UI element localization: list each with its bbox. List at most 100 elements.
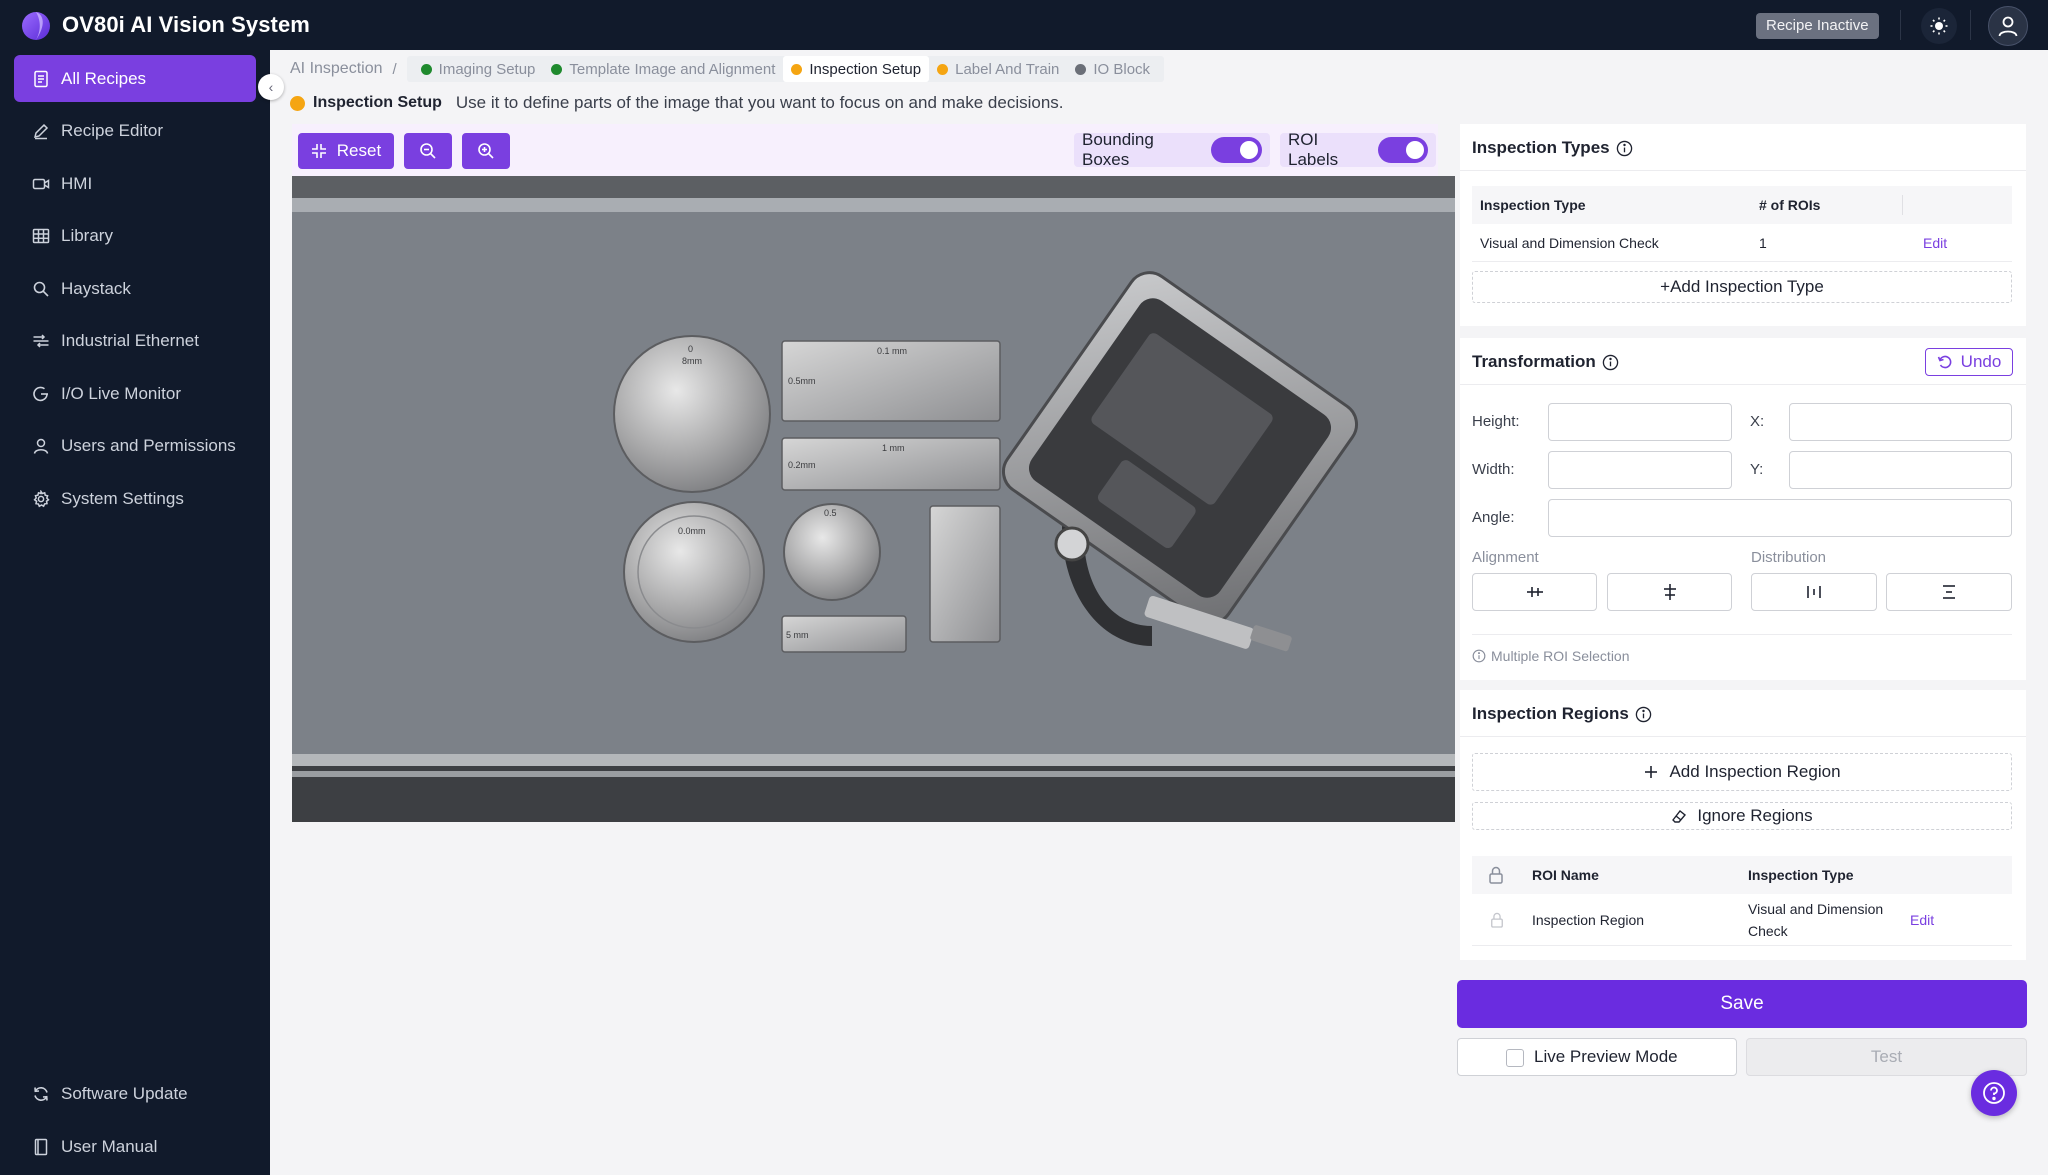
lock-icon[interactable] [1488,866,1504,884]
inspection-regions-title: Inspection Regions [1472,704,1652,724]
height-input[interactable] [1548,403,1732,441]
roi-inspection-type-cell: Visual and Dimension Check [1748,898,1883,942]
plus-icon [1645,766,1658,778]
lock-icon[interactable] [1490,912,1504,928]
panel-title-text: Transformation [1472,352,1596,371]
sidebar: All Recipes Recipe Editor HMI Library Ha… [0,50,270,1175]
sidebar-item-hmi[interactable]: HMI [14,160,256,207]
column-header: # of ROIs [1759,197,1821,213]
live-preview-label: Live Preview Mode [1534,1047,1678,1066]
live-preview-mode-toggle[interactable]: Live Preview Mode [1457,1038,1737,1076]
sidebar-item-industrial-ethernet[interactable]: Industrial Ethernet [14,317,256,364]
roi-type-line: Visual and Dimension [1748,900,1884,917]
bounding-boxes-switch[interactable] [1210,137,1262,163]
edit-roi-link[interactable]: Edit [1910,912,1934,928]
angle-label: Angle: [1472,509,1515,526]
sidebar-item-label: Users and Permissions [61,435,236,455]
width-input[interactable] [1548,451,1732,489]
step-template-image-and-alignment[interactable]: Template Image and Alignment [543,56,783,82]
eraser-icon [1672,810,1687,823]
breadcrumb-root[interactable]: AI Inspection [290,60,383,78]
image-label: 0.5 [824,508,837,518]
divider [1460,170,2026,171]
sidebar-item-software-update[interactable]: Software Update [14,1070,256,1117]
roi-labels-switch[interactable] [1378,137,1428,163]
zoom-in-button[interactable] [462,133,510,169]
save-button[interactable]: Save [1457,980,2027,1028]
distribute-vertical-button[interactable] [1886,573,2012,611]
sidebar-item-users-and-permissions[interactable]: Users and Permissions [14,422,256,469]
status-dot [420,63,432,75]
info-icon[interactable] [1616,140,1633,157]
sidebar-item-user-manual[interactable]: User Manual [14,1123,256,1170]
theme-toggle-button[interactable] [1921,8,1957,44]
inspection-image-canvas[interactable]: 0 8mm 0.1 mm 0.5mm 1 mm 0.2mm 0.0mm 0.5 … [292,176,1455,822]
info-icon[interactable] [1635,706,1652,723]
inspection-types-panel: Inspection Types Inspection Type # of RO… [1460,124,2026,326]
question-icon [1983,1082,2005,1104]
roi-labels-toggle[interactable]: ROI Labels [1280,130,1436,169]
image-label: 0.5mm [788,376,816,386]
info-icon[interactable] [1602,354,1619,371]
distribution-label: Distribution [1751,549,1827,566]
inspection-types-title: Inspection Types [1472,138,1633,158]
sidebar-item-io-live-monitor[interactable]: I/O Live Monitor [14,370,256,417]
roi-count-cell: 1 [1759,234,1767,251]
image-label: 8mm [682,356,702,366]
column-header: Inspection Type [1480,197,1586,213]
undo-button[interactable]: Undo [1925,348,2013,376]
collapse-sidebar-button[interactable]: ‹ [258,74,284,100]
sidebar-item-library[interactable]: Library [14,212,256,259]
edit-inspection-type-link[interactable]: Edit [1923,235,1947,251]
sidebar-item-system-settings[interactable]: System Settings [14,475,256,522]
panel-title-text: Inspection Types [1472,138,1610,157]
user-menu-button[interactable] [1988,6,2028,46]
transformation-panel: Transformation Undo Height: X: Width: Y:… [1460,338,2026,680]
align-vertical-center-button[interactable] [1607,573,1732,611]
zoom-out-button[interactable] [404,133,452,169]
ignore-regions-button[interactable]: Ignore Regions [1472,802,2012,830]
reset-button[interactable]: Reset [298,133,394,169]
instruction-text: Use it to define parts of the image that… [455,93,1064,112]
width-label: Width: [1472,461,1515,478]
sidebar-item-haystack[interactable]: Haystack [14,265,256,312]
x-input[interactable] [1789,403,2012,441]
step-imaging-setup[interactable]: Imaging Setup [413,56,544,82]
gauge-disc [783,503,881,601]
bounding-boxes-label: Bounding Boxes [1082,130,1154,169]
step-label-and-train[interactable]: Label And Train [929,56,1067,82]
add-inspection-type-button[interactable]: +Add Inspection Type [1472,271,2012,303]
angle-input[interactable] [1548,499,2012,537]
height-label: Height: [1472,413,1520,430]
align-horizontal-center-button[interactable] [1472,573,1597,611]
bounding-boxes-toggle[interactable]: Bounding Boxes [1074,130,1270,169]
distribute-horizontal-button[interactable] [1751,573,1877,611]
sidebar-item-label: All Recipes [61,68,147,88]
y-input[interactable] [1789,451,2012,489]
refresh-icon [34,1086,48,1101]
divider [1900,10,1901,40]
column-header: Inspection Type [1748,867,1854,883]
ignore-regions-label: Ignore Regions [1697,806,1813,825]
step-inspection-setup[interactable]: Inspection Setup [783,56,930,82]
test-button[interactable]: Test [1746,1038,2027,1076]
add-inspection-region-button[interactable]: Add Inspection Region [1472,753,2012,791]
sidebar-item-label: Recipe Editor [61,120,164,140]
divider [1472,634,2012,635]
image-label: 0.2mm [788,460,816,470]
sidebar-item-all-recipes[interactable]: All Recipes [14,55,256,102]
inspection-type-cell: Visual and Dimension Check [1480,234,1659,251]
align-horizontal-center-icon [1526,587,1543,597]
help-button[interactable] [1971,1070,2017,1116]
step-io-block[interactable]: IO Block [1067,56,1158,82]
pencil-icon [33,123,49,139]
image-label: 0 [688,344,693,354]
reset-label: Reset [336,141,382,160]
status-dot [791,63,803,75]
sidebar-item-recipe-editor[interactable]: Recipe Editor [14,107,256,154]
sidebar-item-label: System Settings [61,488,184,508]
app-title: OV80i AI Vision System [62,12,310,37]
table-icon [32,228,50,243]
divider [1460,384,2026,385]
live-preview-checkbox[interactable] [1506,1049,1524,1067]
